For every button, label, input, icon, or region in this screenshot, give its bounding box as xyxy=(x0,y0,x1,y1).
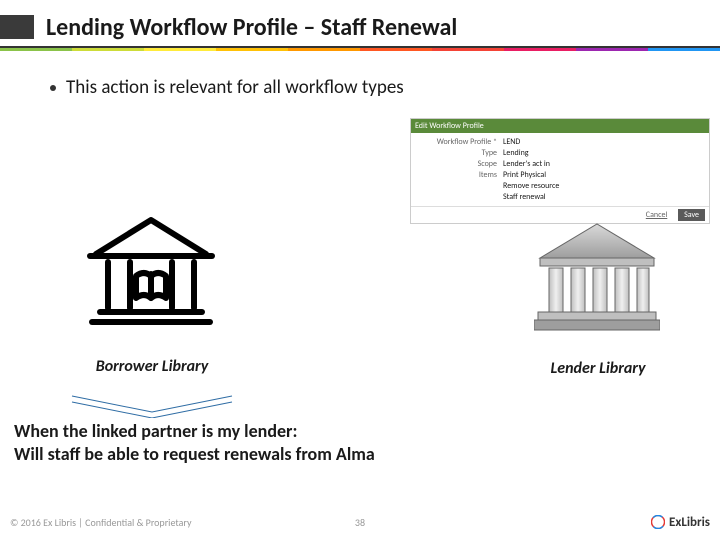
question-line-2: Will staff be able to request renewals f… xyxy=(14,443,375,466)
rainbow-divider xyxy=(0,48,720,51)
bullet-text: This action is relevant for all workflow… xyxy=(66,76,404,99)
title-bar-decoration xyxy=(0,15,34,39)
mini-row-value: Lender's act in xyxy=(503,159,550,169)
mini-row-value: Remove resource xyxy=(503,181,559,191)
chevron-decoration xyxy=(70,394,234,418)
mini-body: Workflow Profile * LEND TypeLending Scop… xyxy=(411,133,709,206)
mini-row-value: Print Physical xyxy=(503,170,546,180)
bullet-line: This action is relevant for all workflow… xyxy=(50,76,404,99)
borrower-label: Borrower Library xyxy=(82,358,222,376)
footer-brand: ExLibris xyxy=(669,515,710,530)
footer-logo: ExLibris xyxy=(380,515,710,530)
footer-page-number: 38 xyxy=(340,516,380,529)
question-text: When the linked partner is my lender: Wi… xyxy=(14,420,375,465)
mini-header: Edit Workflow Profile xyxy=(411,119,709,133)
mini-name-label: Workflow Profile * xyxy=(417,137,503,147)
question-line-1: When the linked partner is my lender: xyxy=(14,420,375,443)
mini-name-value: LEND xyxy=(503,137,520,147)
mini-row-label xyxy=(417,192,503,202)
bullet-dot xyxy=(50,85,56,91)
lender-label: Lender Library xyxy=(528,360,668,378)
mini-row-label: Items xyxy=(417,170,503,180)
footer: © 2016 Ex Libris | Confidential & Propri… xyxy=(10,512,710,532)
borrower-library-icon xyxy=(86,210,216,330)
mini-row-value: Lending xyxy=(503,148,529,158)
mini-save-button[interactable]: Save xyxy=(678,209,705,221)
lender-library-icon xyxy=(534,218,660,332)
footer-left: © 2016 Ex Libris | Confidential & Propri… xyxy=(10,516,340,529)
exlibris-logo-icon xyxy=(651,515,665,529)
title-row: Lending Workflow Profile – Staff Renewal xyxy=(0,10,720,44)
embedded-screenshot: Edit Workflow Profile Workflow Profile *… xyxy=(410,118,710,224)
mini-row-label: Scope xyxy=(417,159,503,169)
mini-row-label xyxy=(417,181,503,191)
mini-row-value: Staff renewal xyxy=(503,192,546,202)
slide-title: Lending Workflow Profile – Staff Renewal xyxy=(46,13,457,42)
mini-row-label: Type xyxy=(417,148,503,158)
